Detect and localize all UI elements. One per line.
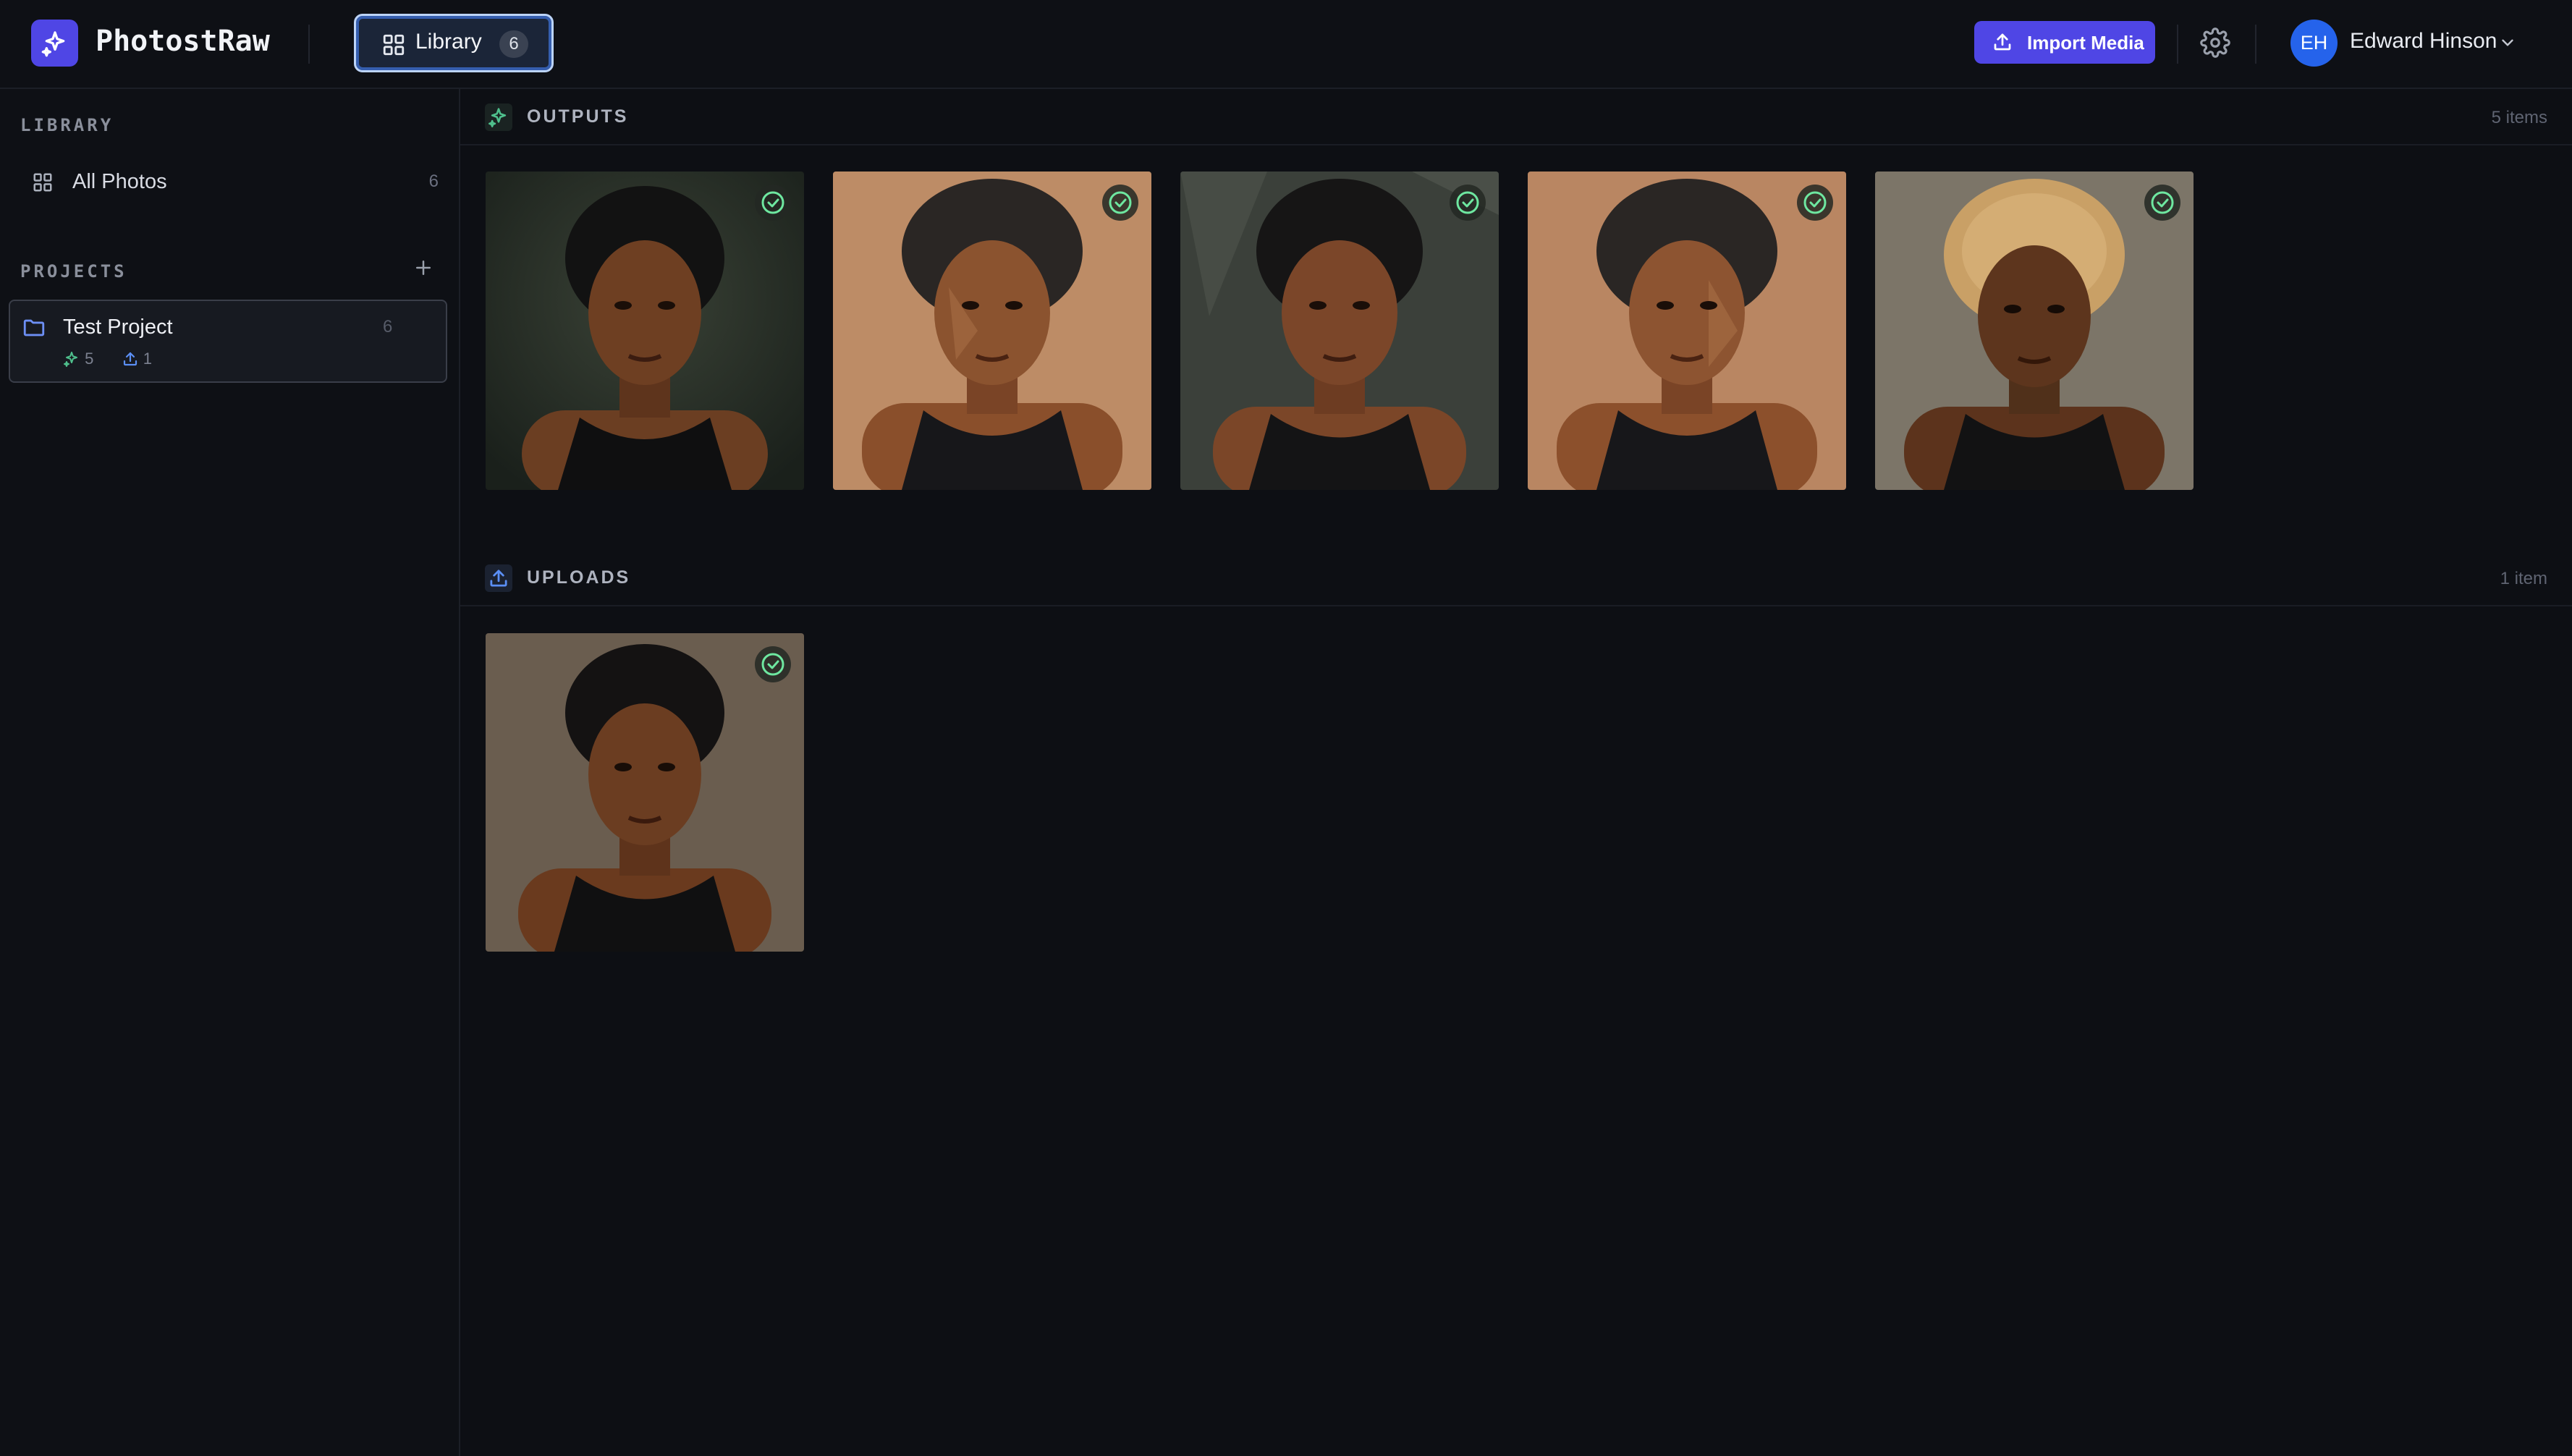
project-name: Test Project <box>63 316 173 339</box>
sidebar-item-count: 6 <box>428 172 439 191</box>
outputs-title: OUTPUTS <box>527 106 629 127</box>
settings-gear-icon[interactable] <box>2200 27 2230 58</box>
app-title: PhotostRaw <box>96 25 270 58</box>
check-circle-icon <box>2144 185 2180 221</box>
output-thumbnail[interactable] <box>1528 172 1846 490</box>
upload-icon <box>490 570 507 587</box>
upload-icon <box>123 352 137 366</box>
upload-thumbnail[interactable] <box>486 633 804 952</box>
top-bar: PhotostRaw Library 6 Import Media EH Edw… <box>0 0 2572 89</box>
outputs-icon-tile <box>485 103 512 131</box>
output-thumbnail[interactable] <box>1875 172 2194 490</box>
outputs-section-header: OUTPUTS 5 items <box>460 89 2572 145</box>
uploads-title: UPLOADS <box>527 567 631 588</box>
avatar[interactable]: EH <box>2290 20 2338 67</box>
uploads-section-header: UPLOADS 1 item <box>460 550 2572 606</box>
sidebar: LIBRARY All Photos 6 PROJECTS Test Proje… <box>0 89 460 1456</box>
uploads-icon-tile <box>485 564 512 592</box>
uploads-count: 1 <box>143 350 152 368</box>
check-circle-icon <box>755 646 791 682</box>
project-item-test-project[interactable]: Test Project 6 5 1 <box>9 300 447 383</box>
import-media-button[interactable]: Import Media <box>1974 21 2155 64</box>
outputs-count: 5 items <box>2491 108 2547 127</box>
import-media-label: Import Media <box>2027 32 2144 54</box>
output-thumbnail[interactable] <box>833 172 1151 490</box>
plus-icon[interactable] <box>413 257 434 279</box>
sparkle-icon <box>488 108 507 127</box>
outputs-count: 5 <box>85 350 94 368</box>
divider <box>2255 25 2256 64</box>
library-heading: LIBRARY <box>20 115 114 135</box>
sparkle-icon <box>64 352 77 368</box>
grid-icon <box>33 173 52 192</box>
projects-heading: PROJECTS <box>20 261 127 282</box>
output-thumbnail[interactable] <box>1180 172 1499 490</box>
user-name[interactable]: Edward Hinson <box>2350 29 2497 54</box>
check-circle-icon <box>1797 185 1833 221</box>
sidebar-item-all-photos[interactable]: All Photos 6 <box>20 161 440 202</box>
tab-library[interactable]: Library 6 <box>354 14 554 72</box>
tab-library-label: Library <box>415 30 482 54</box>
project-count: 6 <box>383 317 393 337</box>
output-thumbnail[interactable] <box>486 172 804 490</box>
check-circle-icon <box>755 185 791 221</box>
folder-icon <box>23 319 45 337</box>
upload-icon <box>1994 33 2011 51</box>
tab-library-count: 6 <box>499 30 528 58</box>
chevron-down-icon[interactable] <box>2498 33 2517 52</box>
project-meta: 5 1 <box>63 349 152 368</box>
app-logo[interactable] <box>31 20 78 67</box>
sidebar-item-label: All Photos <box>72 170 167 193</box>
grid-icon <box>383 34 405 56</box>
sparkle-icon <box>41 30 64 56</box>
uploads-count: 1 item <box>2500 569 2547 588</box>
divider <box>308 25 310 64</box>
check-circle-icon <box>1450 185 1486 221</box>
divider <box>2177 25 2178 64</box>
check-circle-icon <box>1102 185 1138 221</box>
